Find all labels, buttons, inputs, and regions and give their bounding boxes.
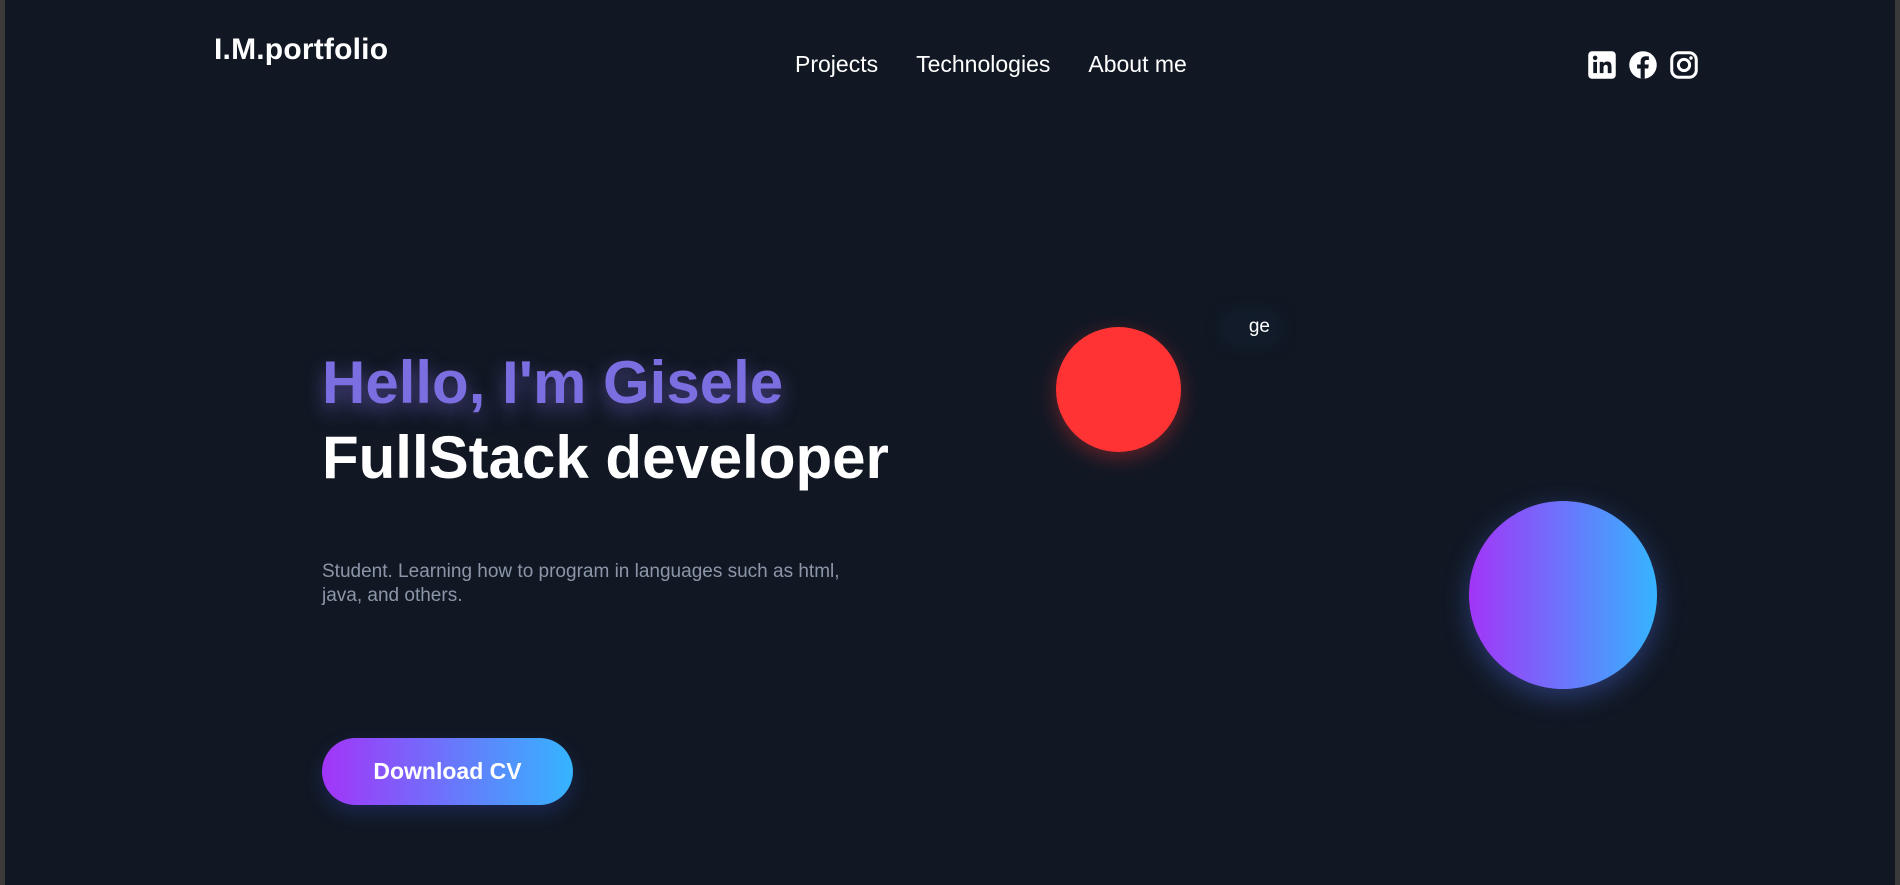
nav-link-about-me[interactable]: About me: [1088, 49, 1186, 79]
main-nav: Projects Technologies About me: [795, 49, 1187, 79]
facebook-link[interactable]: [1628, 50, 1658, 80]
partial-image-text: ge: [1248, 316, 1270, 337]
site-logo[interactable]: I.M.portfolio: [214, 33, 388, 67]
linkedin-link[interactable]: [1587, 50, 1617, 80]
social-links: [1587, 50, 1699, 80]
linkedin-icon: [1588, 51, 1616, 79]
hero-role: FullStack developer: [322, 424, 889, 491]
portfolio-page: I.M.portfolio Projects Technologies Abou…: [0, 0, 1900, 885]
download-cv-button[interactable]: Download CV: [322, 738, 573, 805]
instagram-icon: [1670, 51, 1698, 79]
decorative-gradient-circle: [1469, 501, 1657, 689]
instagram-link[interactable]: [1669, 50, 1699, 80]
hero-description: Student. Learning how to program in lang…: [322, 561, 840, 606]
nav-link-technologies[interactable]: Technologies: [916, 49, 1050, 79]
nav-link-projects[interactable]: Projects: [795, 49, 878, 79]
decorative-red-circle: [1056, 327, 1181, 452]
partial-image: ge: [1227, 316, 1275, 340]
facebook-icon: [1629, 51, 1657, 79]
hero-greeting: Hello, I'm Gisele: [322, 349, 784, 416]
